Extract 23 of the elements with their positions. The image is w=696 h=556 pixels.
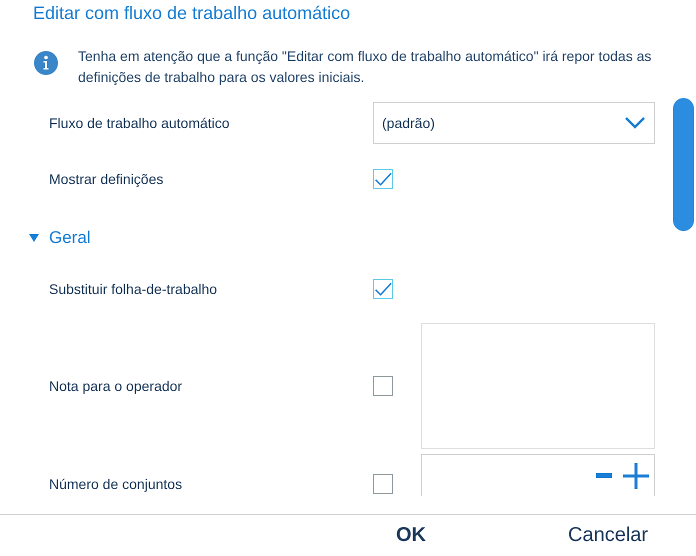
minus-icon[interactable]: [596, 472, 612, 478]
triangle-down-icon: [29, 234, 39, 242]
field-label: Nota para o operador: [49, 378, 184, 394]
checkbox[interactable]: [373, 279, 393, 299]
chevron-down-icon: [624, 116, 646, 130]
cancel-button[interactable]: Cancelar: [562, 520, 654, 551]
number-field[interactable]: [421, 454, 655, 496]
workflow-dropdown[interactable]: (padrão): [373, 102, 655, 144]
checkbox[interactable]: [373, 376, 393, 396]
checkbox[interactable]: [373, 169, 393, 189]
info-icon: [34, 51, 58, 75]
dialog-title: Editar com fluxo de trabalho automático: [33, 3, 350, 23]
field-label: Mostrar definições: [49, 171, 164, 187]
plus-icon[interactable]: [622, 462, 650, 490]
checkbox[interactable]: [373, 474, 393, 494]
field-label: Fluxo de trabalho automático: [49, 115, 231, 131]
section-title: Geral: [49, 228, 91, 248]
section-header[interactable]: Geral: [0, 214, 696, 262]
ok-button[interactable]: OK: [390, 520, 432, 551]
scrollbar-thumb[interactable]: [673, 98, 694, 231]
notice-text: Tenha em atenção que a função "Editar com fluxo de trabalho automático" irá repor todas as definições de trabalho para os valores iniciais.: [78, 47, 652, 87]
field-label: Substituir folha-de-trabalho: [49, 281, 218, 297]
field-label: Número de conjuntos: [49, 476, 184, 492]
